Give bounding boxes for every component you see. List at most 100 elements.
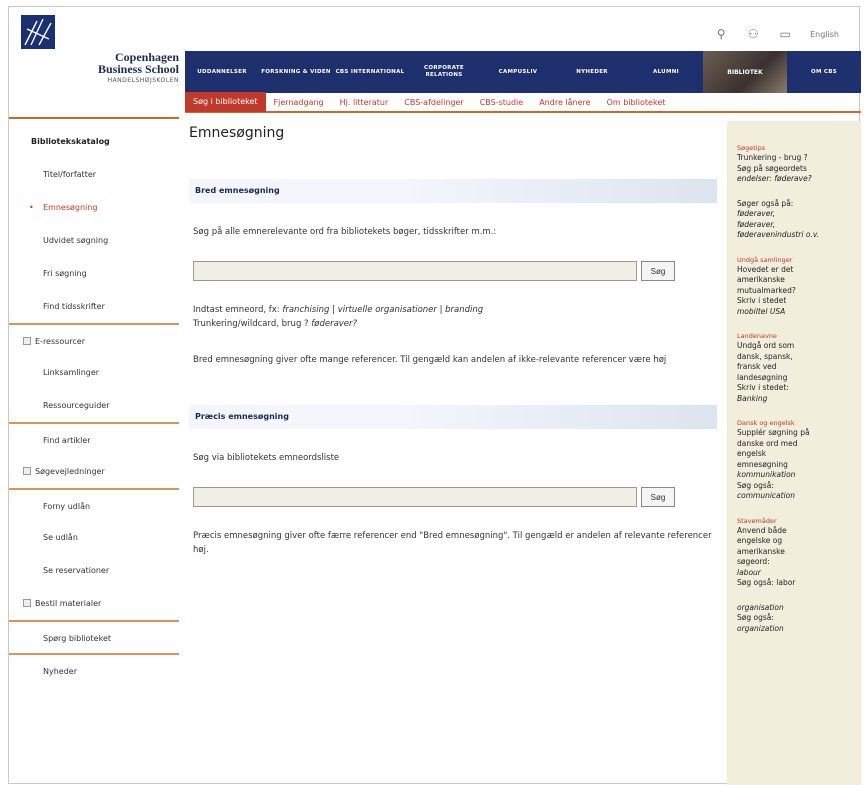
brand-tagline: HANDELSHØJSKOLEN — [107, 77, 179, 84]
nav-item-uddannelser[interactable]: UDDANNELSER — [185, 69, 259, 76]
tip-line: Søg også: — [737, 613, 774, 622]
tip-line: communication — [737, 491, 796, 500]
tip-line: dansk, spansk, — [737, 351, 793, 361]
help-trunc: Trunkering/wildcard, brug ? — [193, 319, 312, 329]
tip-block: Søgetips Trunkering - brug ? Søg på søge… — [737, 143, 855, 185]
sidebar-item-ressourceguider[interactable]: Ressourceguider — [9, 389, 179, 422]
tip-line: Søg også: — [737, 480, 774, 490]
tip-line: Anvend både — [737, 525, 787, 535]
sitemap-icon[interactable]: ⚇ — [746, 27, 760, 41]
tip-block: Landenavne Undgå ord som dansk, spansk, … — [737, 331, 855, 404]
expand-box-icon — [23, 599, 31, 607]
tip-line: Undgå ord som — [737, 341, 795, 350]
sidebar-item-fri[interactable]: Fri søgning — [9, 257, 179, 290]
sidebar-item-bestil[interactable]: Bestil materialer — [9, 587, 179, 620]
search-icon[interactable]: ⚲ — [714, 27, 728, 41]
tip-line: amerikanske — [737, 275, 785, 284]
logo-divider — [9, 117, 179, 119]
tip-line: føderaver, — [737, 209, 776, 218]
sidebar-item-forny[interactable]: Forny udlån — [9, 488, 179, 521]
sidebar-item-soegevejledninger[interactable]: Søgevejledninger — [9, 455, 179, 488]
language-link[interactable]: English — [810, 30, 839, 39]
contact-icon[interactable]: ▭ — [778, 27, 792, 41]
tip-block: organisation Søg også: organization — [737, 603, 855, 635]
expand-box-icon — [23, 337, 31, 345]
tip-line: Skriv i stedet: — [737, 383, 789, 392]
subnav-studie[interactable]: CBS-studie — [472, 98, 532, 107]
nav-item-bibliotek[interactable]: BIBLIOTEK — [703, 51, 787, 93]
tip-block: Stavemåder Anvend både engelske og ameri… — [737, 516, 855, 589]
sidebar-item-artikler[interactable]: Find artikler — [9, 422, 179, 455]
nav-item-nyheder[interactable]: NYHEDER — [555, 69, 629, 76]
precise-search-row: Søg — [189, 487, 717, 507]
sidebar-item-label: Søgevejledninger — [35, 467, 105, 476]
sidebar-item-emnesoegning[interactable]: Emnesøgning — [9, 191, 179, 224]
tip-line: amerikanske — [737, 546, 785, 556]
tip-line: emnesøgning — [737, 459, 788, 469]
broad-search-button[interactable]: Søg — [641, 261, 675, 281]
nav-item-corporate[interactable]: CORPORATE RELATIONS — [407, 65, 481, 79]
cbs-logo[interactable] — [21, 15, 55, 49]
top-navigation: UDDANNELSER FORSKNING & VIDEN CBS INTERN… — [185, 51, 861, 93]
subnav-om-biblioteket[interactable]: Om biblioteket — [599, 98, 674, 107]
precise-intro: Søg via bibliotekets emneordsliste — [193, 453, 340, 463]
help-prefix: Indtast emneord, fx: — [193, 305, 283, 315]
section-heading-precise: Præcis emnesøgning — [189, 405, 717, 429]
tip-line: Søg også: labor — [737, 578, 796, 587]
sidebar-item-reservationer[interactable]: Se reservationer — [9, 554, 179, 587]
sidebar-item-tidsskrifter[interactable]: Find tidsskrifter — [9, 290, 179, 323]
nav-item-international[interactable]: CBS INTERNATIONAL — [333, 69, 407, 76]
tip-heading: Stavemåder — [737, 516, 777, 525]
tip-line: organization — [737, 623, 784, 633]
left-sidebar: Bibliotekskatalog Titel/forfatter Emnesø… — [9, 125, 179, 686]
subnav-litteratur[interactable]: Hj. litteratur — [332, 98, 397, 107]
tip-line: endelser: føderave? — [737, 174, 812, 183]
sidebar-item-nyheder[interactable]: Nyheder — [9, 653, 179, 686]
sidebar-item-eressourcer[interactable]: E-ressourcer — [9, 323, 179, 356]
sidebar-item-label: E-ressourcer — [35, 337, 85, 346]
tip-heading: Søgetips — [737, 144, 766, 152]
sidebar-item-se-udlaan[interactable]: Se udlån — [9, 521, 179, 554]
sidebar-item-udvidet[interactable]: Udvidet søgning — [9, 224, 179, 257]
sidebar-item-bibliotekskatalog[interactable]: Bibliotekskatalog — [9, 125, 179, 158]
tip-block: Søger også på: føderaver, føderaver, fød… — [737, 199, 855, 241]
tip-heading: Landenavne — [737, 332, 777, 340]
nav-item-alumni[interactable]: ALUMNI — [629, 69, 703, 76]
sidebar-item-titel[interactable]: Titel/forfatter — [9, 158, 179, 191]
brand-name-line2: Business School — [97, 62, 179, 76]
subnav-andre-laanere[interactable]: Andre lånere — [531, 98, 598, 107]
nav-item-om-cbs[interactable]: OM CBS — [787, 69, 861, 76]
subnav-afdelinger[interactable]: CBS-afdelinger — [396, 98, 471, 107]
broad-help: Indtast emneord, fx: franchising | virtu… — [189, 303, 717, 331]
subnav-soeg[interactable]: Søg i biblioteket — [185, 92, 266, 112]
tip-line: kommunikation — [737, 470, 796, 479]
precise-search-input[interactable] — [193, 487, 637, 507]
tip-line: Trunkering - brug ? — [737, 153, 808, 162]
tip-line: Søger også på: — [737, 198, 794, 208]
sidebar-item-linksamlinger[interactable]: Linksamlinger — [9, 356, 179, 389]
help-trunc-example: føderaver? — [311, 319, 358, 329]
tip-line: mutualmarked? — [737, 285, 796, 295]
subnav-fjernadgang[interactable]: Fjernadgang — [266, 98, 332, 107]
tip-line: organisation — [737, 602, 784, 612]
tip-line: føderaver, — [737, 219, 776, 229]
precise-note: Præcis emnesøgning giver ofte færre refe… — [193, 531, 712, 555]
precise-search-button[interactable]: Søg — [641, 487, 675, 507]
tip-line: mobiltel USA — [737, 306, 786, 316]
nav-item-campusliv[interactable]: CAMPUSLIV — [481, 69, 555, 76]
sidebar-item-spoerg[interactable]: Spørg biblioteket — [9, 620, 179, 653]
tips-sidebar: Søgetips Trunkering - brug ? Søg på søge… — [727, 121, 861, 785]
tip-block: Undgå samlinger Hovedet er det amerikans… — [737, 255, 855, 318]
nav-item-forskning[interactable]: FORSKNING & VIDEN — [259, 69, 333, 76]
tip-heading: Dansk og engelsk — [737, 419, 795, 427]
page-frame: Copenhagen Business School HANDELSHØJSKO… — [8, 6, 861, 785]
tip-block: Dansk og engelsk Supplér søgning på dans… — [737, 418, 855, 502]
tip-line: Skriv i stedet — [737, 296, 787, 305]
tip-line: landesøgning — [737, 372, 788, 382]
tip-line: Søg på søgeordets — [737, 163, 807, 173]
utility-bar: ⚲ ⚇ ▭ English — [714, 27, 839, 41]
tip-line: engelsk — [737, 449, 767, 458]
broad-search-row: Søg — [189, 261, 717, 281]
broad-search-input[interactable] — [193, 261, 637, 281]
tip-line: danske ord med — [737, 438, 798, 448]
